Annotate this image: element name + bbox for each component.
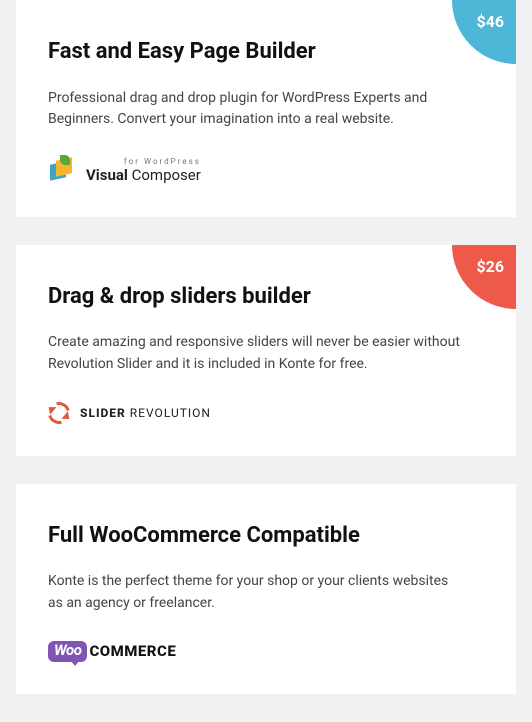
woo-bubble-icon: Woo [48, 641, 87, 662]
visual-composer-wordmark: for WordPress Visual Composer [86, 157, 201, 184]
visual-composer-logo: for WordPress Visual Composer [48, 157, 484, 185]
slider-revolution-wordmark: SLIDER REVOLUTION [80, 406, 211, 420]
price-value: $26 [476, 257, 504, 276]
card-title: Full WooCommerce Compatible [48, 522, 484, 550]
woocommerce-logo: Woo COMMERCE [48, 641, 484, 662]
price-value: $46 [476, 12, 504, 31]
card-description: Professional drag and drop plugin for Wo… [48, 88, 484, 131]
card-description: Konte is the perfect theme for your shop… [48, 571, 458, 614]
logo-text-light: Composer [132, 166, 201, 184]
logo-text-bold: SLIDER [80, 406, 130, 420]
card-description: Create amazing and responsive sliders wi… [48, 332, 484, 375]
logo-text-light: REVOLUTION [130, 406, 211, 420]
visual-composer-icon [48, 157, 76, 185]
feature-card-woocommerce: Full WooCommerce Compatible Konte is the… [16, 484, 516, 694]
woo-wordmark: COMMERCE [89, 642, 176, 660]
feature-card-slider-revolution: $26 Drag & drop sliders builder Create a… [16, 245, 516, 456]
logo-text-bold: Visual [86, 166, 132, 184]
logo-subtext: for WordPress [86, 157, 201, 166]
card-title: Drag & drop sliders builder [48, 283, 484, 311]
card-title: Fast and Easy Page Builder [48, 38, 484, 66]
slider-revolution-logo: SLIDER REVOLUTION [48, 402, 484, 424]
slider-revolution-icon [48, 402, 70, 424]
feature-card-visual-composer: $46 Fast and Easy Page Builder Professio… [16, 0, 516, 217]
